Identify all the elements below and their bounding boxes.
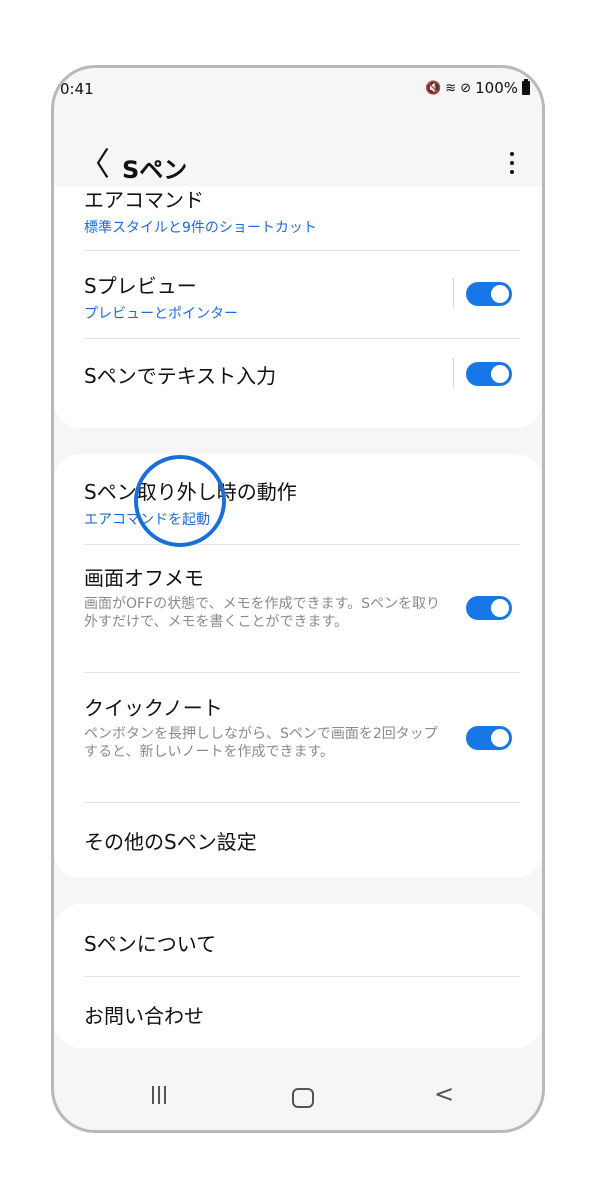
- mute-icon: 🔇: [425, 80, 442, 96]
- more-options-button[interactable]: [506, 152, 518, 178]
- divider: [84, 672, 520, 673]
- air-command-summary: 標準スタイルと9件のショートカット: [84, 220, 317, 236]
- about-s-pen-item[interactable]: Sペンについて: [84, 928, 512, 957]
- battery-icon: [522, 79, 530, 95]
- air-command-item[interactable]: エアコマンド 標準スタイルと9件のショートカット: [84, 184, 512, 237]
- divider: [84, 802, 520, 803]
- quick-note-item[interactable]: クイックノート ペンボタンを長押ししながら、Sペンで画面を2回タップすると、新し…: [84, 692, 446, 761]
- s-preview-item[interactable]: Sプレビュー プレビューとポインター: [84, 270, 512, 323]
- other-settings-item[interactable]: その他のSペン設定: [84, 826, 512, 855]
- contact-us-label: お問い合わせ: [84, 1004, 204, 1028]
- app-bar: 〈 Sペン: [54, 140, 542, 188]
- air-command-label: エアコマンド: [84, 188, 204, 212]
- battery-level: 100%: [475, 79, 518, 97]
- chevron-left-icon: 〈: [78, 145, 111, 183]
- s-preview-summary: プレビューとポインター: [84, 306, 238, 322]
- divider: [84, 338, 520, 339]
- navigation-bar: <: [54, 1060, 542, 1130]
- divider: [84, 544, 520, 545]
- other-settings-label: その他のSペン設定: [84, 830, 257, 854]
- settings-group-2: Sペン取り外し時の動作 エアコマンドを起動 画面オフメモ 画面がOFFの状態で、…: [54, 454, 542, 878]
- tap-indicator-circle: [134, 455, 226, 547]
- status-icons: 🔇 ≋ ⊘ 100%: [425, 79, 530, 97]
- status-time: 0:41: [60, 80, 94, 98]
- separator: [453, 278, 454, 308]
- text-input-label: Sペンでテキスト入力: [84, 364, 277, 388]
- screen-off-memo-description: 画面がOFFの状態で、メモを作成できます。Sペンを取り外すだけで、メモを書くこと…: [84, 596, 441, 630]
- text-input-toggle[interactable]: [466, 362, 512, 386]
- status-bar: 0:41 🔇 ≋ ⊘ 100%: [54, 68, 542, 112]
- page-title: Sペン: [122, 156, 188, 184]
- screen-off-memo-toggle[interactable]: [466, 596, 512, 620]
- s-preview-toggle[interactable]: [466, 282, 512, 306]
- nav-back-button[interactable]: <: [434, 1080, 454, 1108]
- separator: [453, 358, 454, 388]
- recent-apps-button[interactable]: [152, 1086, 174, 1108]
- phone-frame: 0:41 🔇 ≋ ⊘ 100% 〈 Sペン エアコマンド 標準スタイルと9件のシ…: [51, 65, 545, 1133]
- quick-note-label: クイックノート: [84, 696, 223, 720]
- settings-group-1: エアコマンド 標準スタイルと9件のショートカット Sプレビュー プレビューとポイ…: [54, 186, 542, 428]
- divider: [84, 976, 520, 977]
- back-button[interactable]: 〈: [78, 144, 110, 184]
- wifi-icon: ≋: [445, 80, 457, 96]
- no-sync-icon: ⊘: [460, 80, 472, 96]
- settings-group-3: Sペンについて お問い合わせ: [54, 904, 542, 1048]
- quick-note-description: ペンボタンを長押ししながら、Sペンで画面を2回タップすると、新しいノートを作成で…: [84, 726, 438, 760]
- quick-note-toggle[interactable]: [466, 726, 512, 750]
- contact-us-item[interactable]: お問い合わせ: [84, 1000, 512, 1029]
- screen-off-memo-label: 画面オフメモ: [84, 566, 204, 590]
- text-input-item[interactable]: Sペンでテキスト入力: [84, 360, 512, 389]
- about-s-pen-label: Sペンについて: [84, 932, 217, 956]
- s-preview-label: Sプレビュー: [84, 274, 197, 298]
- divider: [84, 250, 520, 251]
- home-button[interactable]: [292, 1088, 314, 1108]
- screen-off-memo-item[interactable]: 画面オフメモ 画面がOFFの状態で、メモを作成できます。Sペンを取り外すだけで、…: [84, 562, 446, 631]
